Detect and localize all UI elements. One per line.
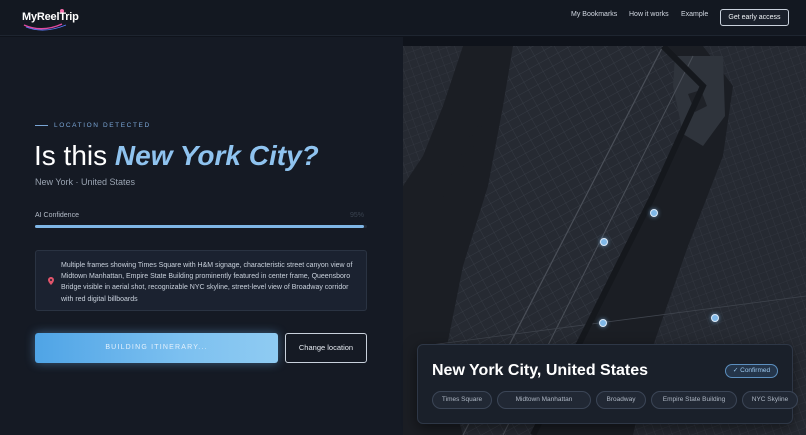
eyebrow-label: LOCATION DETECTED — [54, 122, 151, 129]
logo-text: MyReelTrip — [22, 11, 79, 23]
nav-how-it-works[interactable]: How it works — [629, 11, 669, 18]
left-panel — [0, 37, 403, 435]
confidence-label: AI Confidence — [35, 212, 79, 219]
map-marker[interactable] — [599, 319, 607, 327]
location-card: New York City, United States ✓ Confirmed… — [417, 344, 798, 424]
nav-my-bookmarks[interactable]: My Bookmarks — [571, 11, 617, 18]
change-location-button[interactable]: Change location — [285, 333, 367, 363]
map-marker[interactable] — [650, 209, 658, 217]
chip-midtown-manhattan[interactable]: Midtown Manhattan — [497, 391, 591, 409]
chip-nyc-skyline[interactable]: NYC Skyline — [742, 391, 798, 409]
get-early-access-button[interactable]: Get early access — [720, 9, 789, 26]
card-title: New York City, United States — [432, 362, 649, 379]
chip-empire-state-building[interactable]: Empire State Building — [651, 391, 737, 409]
confidence-value: 95% — [350, 212, 365, 219]
chip-times-square[interactable]: Times Square — [432, 391, 492, 409]
location-pin-icon — [48, 277, 54, 285]
evidence-box: Multiple frames showing Times Square wit… — [35, 250, 367, 311]
nav-example[interactable]: Example — [681, 11, 708, 18]
title-city: New York City? — [114, 140, 319, 171]
confidence-bar-fill — [35, 225, 364, 228]
chip-broadway[interactable]: Broadway — [596, 391, 646, 409]
map-marker[interactable] — [711, 314, 719, 322]
title-prefix: Is this — [34, 140, 115, 171]
evidence-text: Multiple frames showing Times Square wit… — [61, 262, 353, 303]
page-title: Is this New York City? — [34, 140, 319, 172]
eyebrow-line — [35, 125, 48, 126]
sublocation: New York · United States — [35, 177, 136, 187]
top-nav-bar: MyReelTrip My Bookmarks How it works Exa… — [0, 0, 806, 36]
confidence-bar — [35, 225, 367, 228]
map-marker[interactable] — [600, 238, 608, 246]
confirmed-badge: ✓ Confirmed — [725, 364, 778, 378]
building-itinerary-button[interactable]: BUILDING ITINERARY... — [35, 333, 278, 363]
